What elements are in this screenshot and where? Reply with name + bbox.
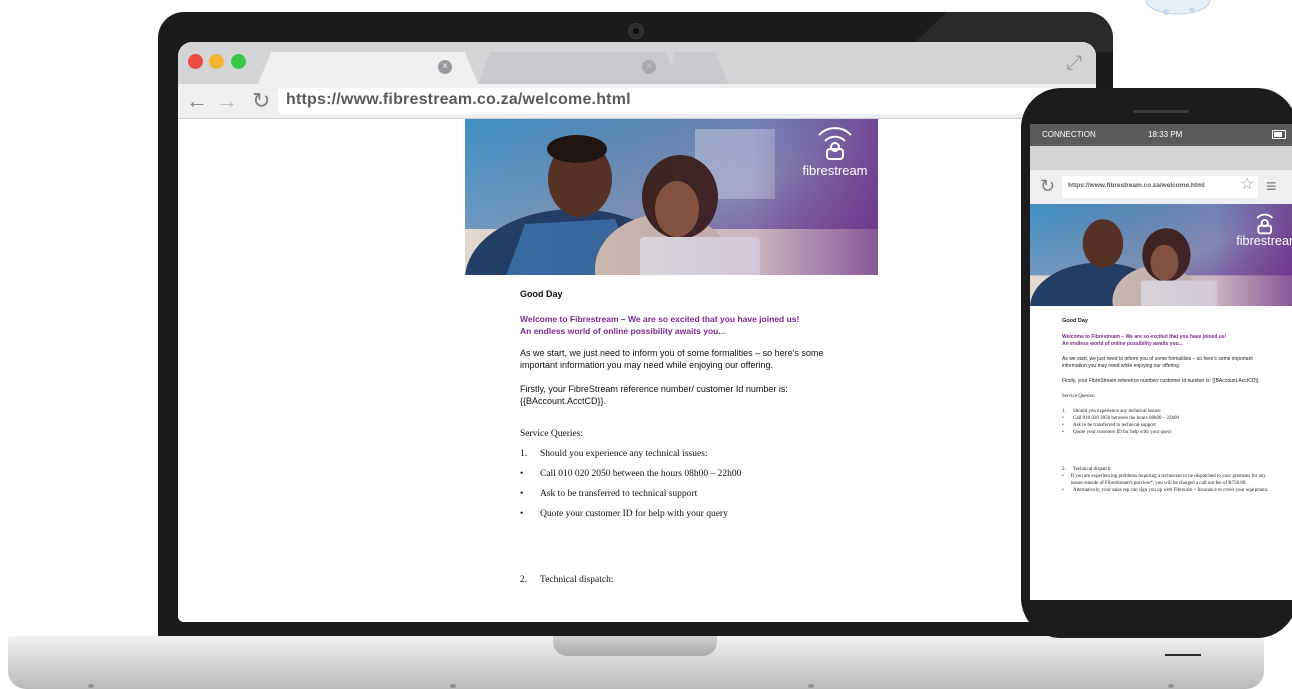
- welcome-message: Welcome to Fibrestream – We are so excit…: [1062, 334, 1272, 348]
- reload-icon[interactable]: ↻: [252, 88, 270, 114]
- service-queries-title: Service Queries:: [520, 429, 584, 439]
- laptop-foot: [1168, 684, 1174, 688]
- decorative-network-graphic: [1145, 0, 1211, 15]
- welcome-message: Welcome to Fibrestream – We are so excit…: [520, 313, 840, 337]
- list-marker: 1.: [520, 449, 528, 459]
- list-marker: •: [1062, 488, 1064, 493]
- close-icon[interactable]: ×: [642, 60, 656, 74]
- list-marker: •: [520, 469, 524, 479]
- indicator-light: [1165, 654, 1201, 656]
- welcome-line-1: Welcome to Fibrestream – We are so excit…: [1062, 334, 1227, 340]
- phone-hero-image: fibrestream: [1030, 204, 1292, 306]
- list-marker: 2.: [520, 575, 528, 585]
- list-text: If you are experiencing problems requiri…: [1070, 474, 1266, 486]
- list-text: Call 010 020 2050 between the hours 08h0…: [1073, 416, 1179, 421]
- star-icon[interactable]: ☆: [1240, 174, 1254, 194]
- list-item: 2. Technical dispatch:: [520, 575, 840, 585]
- phone-screen: CONNECTION 18:33 PM ↻ https://www.fibres…: [1030, 124, 1292, 600]
- list-item: • If you are experiencing problems requi…: [1062, 473, 1272, 487]
- reload-icon[interactable]: ↻: [1040, 176, 1055, 197]
- phone-email-body: Good Day Welcome to Fibrestream – We are…: [1062, 318, 1272, 494]
- phone-browser-toolbar: ↻ https://www.fibrestream.co.za/welcome.…: [1030, 170, 1292, 204]
- list-marker: 2.: [1062, 467, 1066, 472]
- back-arrow-icon[interactable]: ←: [186, 88, 208, 114]
- reference-paragraph: Firstly, your FibreStream reference numb…: [520, 384, 788, 406]
- list-item: 1. Should you experience any technical i…: [1062, 408, 1272, 415]
- close-icon[interactable]: ×: [438, 60, 452, 74]
- list-text: Ask to be transferred to technical suppo…: [540, 489, 698, 499]
- list-text: Ask to be transferred to technical suppo…: [1073, 423, 1156, 428]
- page-viewport: fibrestream Good Day Welcome to Fibrestr…: [178, 119, 1096, 622]
- new-tab-button[interactable]: [668, 52, 728, 84]
- hero-photo-illustration: fibrestream: [465, 119, 878, 275]
- laptop-foot: [808, 684, 814, 688]
- fullscreen-icon[interactable]: ⤢: [1066, 52, 1082, 75]
- greeting: Good Day: [1062, 318, 1088, 324]
- list-text: Technical dispatch:: [1073, 467, 1112, 472]
- phone-address-bar[interactable]: https://www.fibrestream.co.za/welcome.ht…: [1062, 176, 1258, 198]
- list-item: • Ask to be transferred to technical sup…: [520, 489, 840, 499]
- phone-browser-header: [1030, 146, 1292, 170]
- welcome-line-2: An endless world of online possibility a…: [1062, 341, 1183, 347]
- hero-image: fibrestream: [465, 119, 878, 275]
- logo-text: fibrestream: [802, 163, 867, 178]
- list-text: Should you experience any technical issu…: [1073, 409, 1162, 414]
- list-marker: 1.: [1062, 409, 1066, 414]
- service-queries-title: Service Queries:: [1062, 394, 1096, 399]
- list-marker: •: [520, 509, 524, 519]
- minimize-window-button[interactable]: [209, 54, 224, 69]
- battery-icon: [1272, 130, 1286, 139]
- list-marker: •: [520, 489, 524, 499]
- laptop-foot: [450, 684, 456, 688]
- laptop-opening-notch: [553, 636, 717, 656]
- tab-strip: × × ⤢: [178, 42, 1096, 84]
- list-item: • Call 010 020 2050 between the hours 08…: [520, 469, 840, 479]
- list-item: • Call 010 020 2050 between the hours 08…: [1062, 415, 1272, 422]
- list-text: Alternatively, your sales rep can sign y…: [1073, 488, 1269, 493]
- address-bar[interactable]: https://www.fibrestream.co.za/welcome.ht…: [278, 88, 1086, 114]
- tab-inactive[interactable]: ×: [478, 52, 678, 84]
- url-text: https://www.fibrestream.co.za/welcome.ht…: [286, 91, 631, 108]
- laptop-foot: [88, 684, 94, 688]
- phone-speaker: [1133, 110, 1189, 113]
- menu-icon[interactable]: ≡: [1266, 176, 1277, 197]
- list-item: 2. Technical dispatch:: [1062, 466, 1272, 473]
- hero-photo-illustration: fibrestream: [1030, 204, 1292, 306]
- intro-paragraph: As we start, we just need to inform you …: [1062, 356, 1253, 369]
- list-text: Quote your customer ID for help with you…: [540, 509, 728, 519]
- status-time: 18:33 PM: [1148, 130, 1183, 139]
- intro-paragraph: As we start, we just need to inform you …: [520, 348, 824, 370]
- list-text: Call 010 020 2050 between the hours 08h0…: [540, 469, 742, 479]
- laptop-screen: × × ⤢ ← → ↻ https://www.fibrestream.co.z…: [178, 42, 1096, 622]
- list-item: 1. Should you experience any technical i…: [520, 449, 840, 459]
- list-marker: •: [1062, 430, 1064, 435]
- logo-text: fibrestream: [1236, 233, 1292, 248]
- list-marker: •: [1062, 416, 1064, 421]
- browser-toolbar: ← → ↻ https://www.fibrestream.co.za/welc…: [178, 84, 1096, 119]
- list-text: Should you experience any technical issu…: [540, 449, 708, 459]
- list-marker: •: [1062, 423, 1064, 428]
- list-item: • Ask to be transferred to technical sup…: [1062, 422, 1272, 429]
- list-text: Quote your customer ID for help with you…: [1073, 430, 1172, 435]
- welcome-line-1: Welcome to Fibrestream – We are so excit…: [520, 314, 800, 324]
- email-body: Good Day Welcome to Fibrestream – We are…: [520, 289, 840, 595]
- greeting: Good Day: [520, 289, 563, 299]
- tab-active[interactable]: ×: [258, 52, 478, 84]
- reference-paragraph: Firstly, your FibreStream reference numb…: [1062, 378, 1261, 384]
- list-item: • Alternatively, your sales rep can sign…: [1062, 487, 1272, 494]
- list-item: • Quote your customer ID for help with y…: [520, 509, 840, 519]
- maximize-window-button[interactable]: [231, 54, 246, 69]
- forward-arrow-icon[interactable]: →: [216, 88, 238, 114]
- welcome-line-2: An endless world of online possibility a…: [520, 326, 726, 336]
- phone-url-text: https://www.fibrestream.co.za/welcome.ht…: [1068, 182, 1205, 189]
- close-window-button[interactable]: [188, 54, 203, 69]
- status-bar: CONNECTION 18:33 PM: [1030, 124, 1292, 146]
- list-text: Technical dispatch:: [540, 575, 614, 585]
- carrier-label: CONNECTION: [1042, 130, 1096, 139]
- webcam-icon: [628, 23, 644, 39]
- list-marker: •: [1062, 474, 1064, 479]
- list-item: • Quote your customer ID for help with y…: [1062, 429, 1272, 436]
